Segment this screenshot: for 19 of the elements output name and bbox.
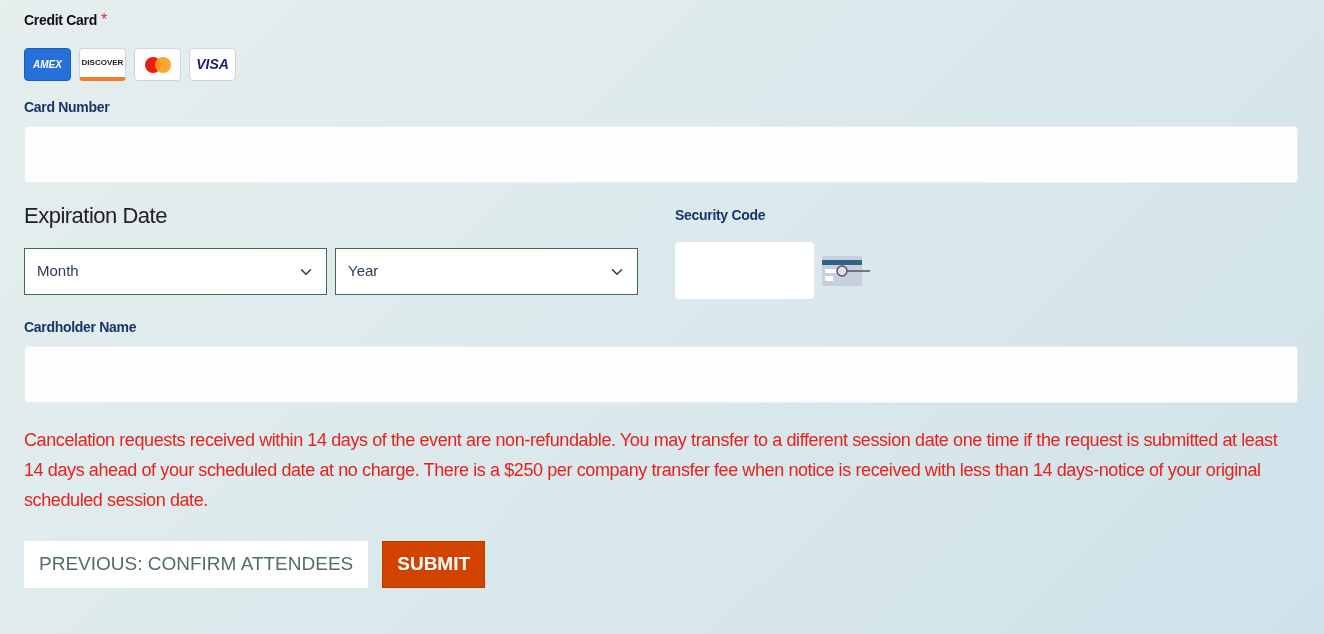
cardholder-name-field[interactable] bbox=[24, 346, 1298, 403]
field-label: Card Number bbox=[24, 98, 111, 117]
dropdown[interactable]: Year bbox=[335, 248, 638, 295]
submit-button[interactable]: SUBMIT bbox=[382, 541, 486, 588]
cancellation-notice: Cancelation requests received within 14 days of the event are non-refundable. You may transfer to a different session date one time if the request is submitted at least 14 days ahead of your scheduled date at no charge. There is a $250 per company transfer fee when notice is received with less than 14 days-notice of your original scheduled session date. bbox=[24, 429, 1279, 512]
dropdown[interactable]: Month bbox=[24, 248, 327, 295]
required-mark: * bbox=[100, 10, 108, 30]
card-cvv-icon bbox=[822, 254, 870, 287]
field-label: Security Code bbox=[675, 206, 767, 225]
field-label: Cardholder Name bbox=[24, 318, 138, 337]
field-label: Expiration Date bbox=[24, 202, 168, 230]
card-number-field[interactable] bbox=[24, 126, 1298, 183]
previous-button[interactable]: PREVIOUS: CONFIRM ATTENDEES bbox=[24, 541, 369, 588]
card-logo: DISCOVER bbox=[79, 48, 126, 81]
field-label: Credit Card bbox=[24, 11, 97, 30]
security-code-field[interactable] bbox=[675, 242, 814, 299]
card-logo: AMEX bbox=[24, 48, 71, 81]
card-logo bbox=[134, 48, 181, 81]
card-logo: VISA bbox=[189, 48, 236, 81]
